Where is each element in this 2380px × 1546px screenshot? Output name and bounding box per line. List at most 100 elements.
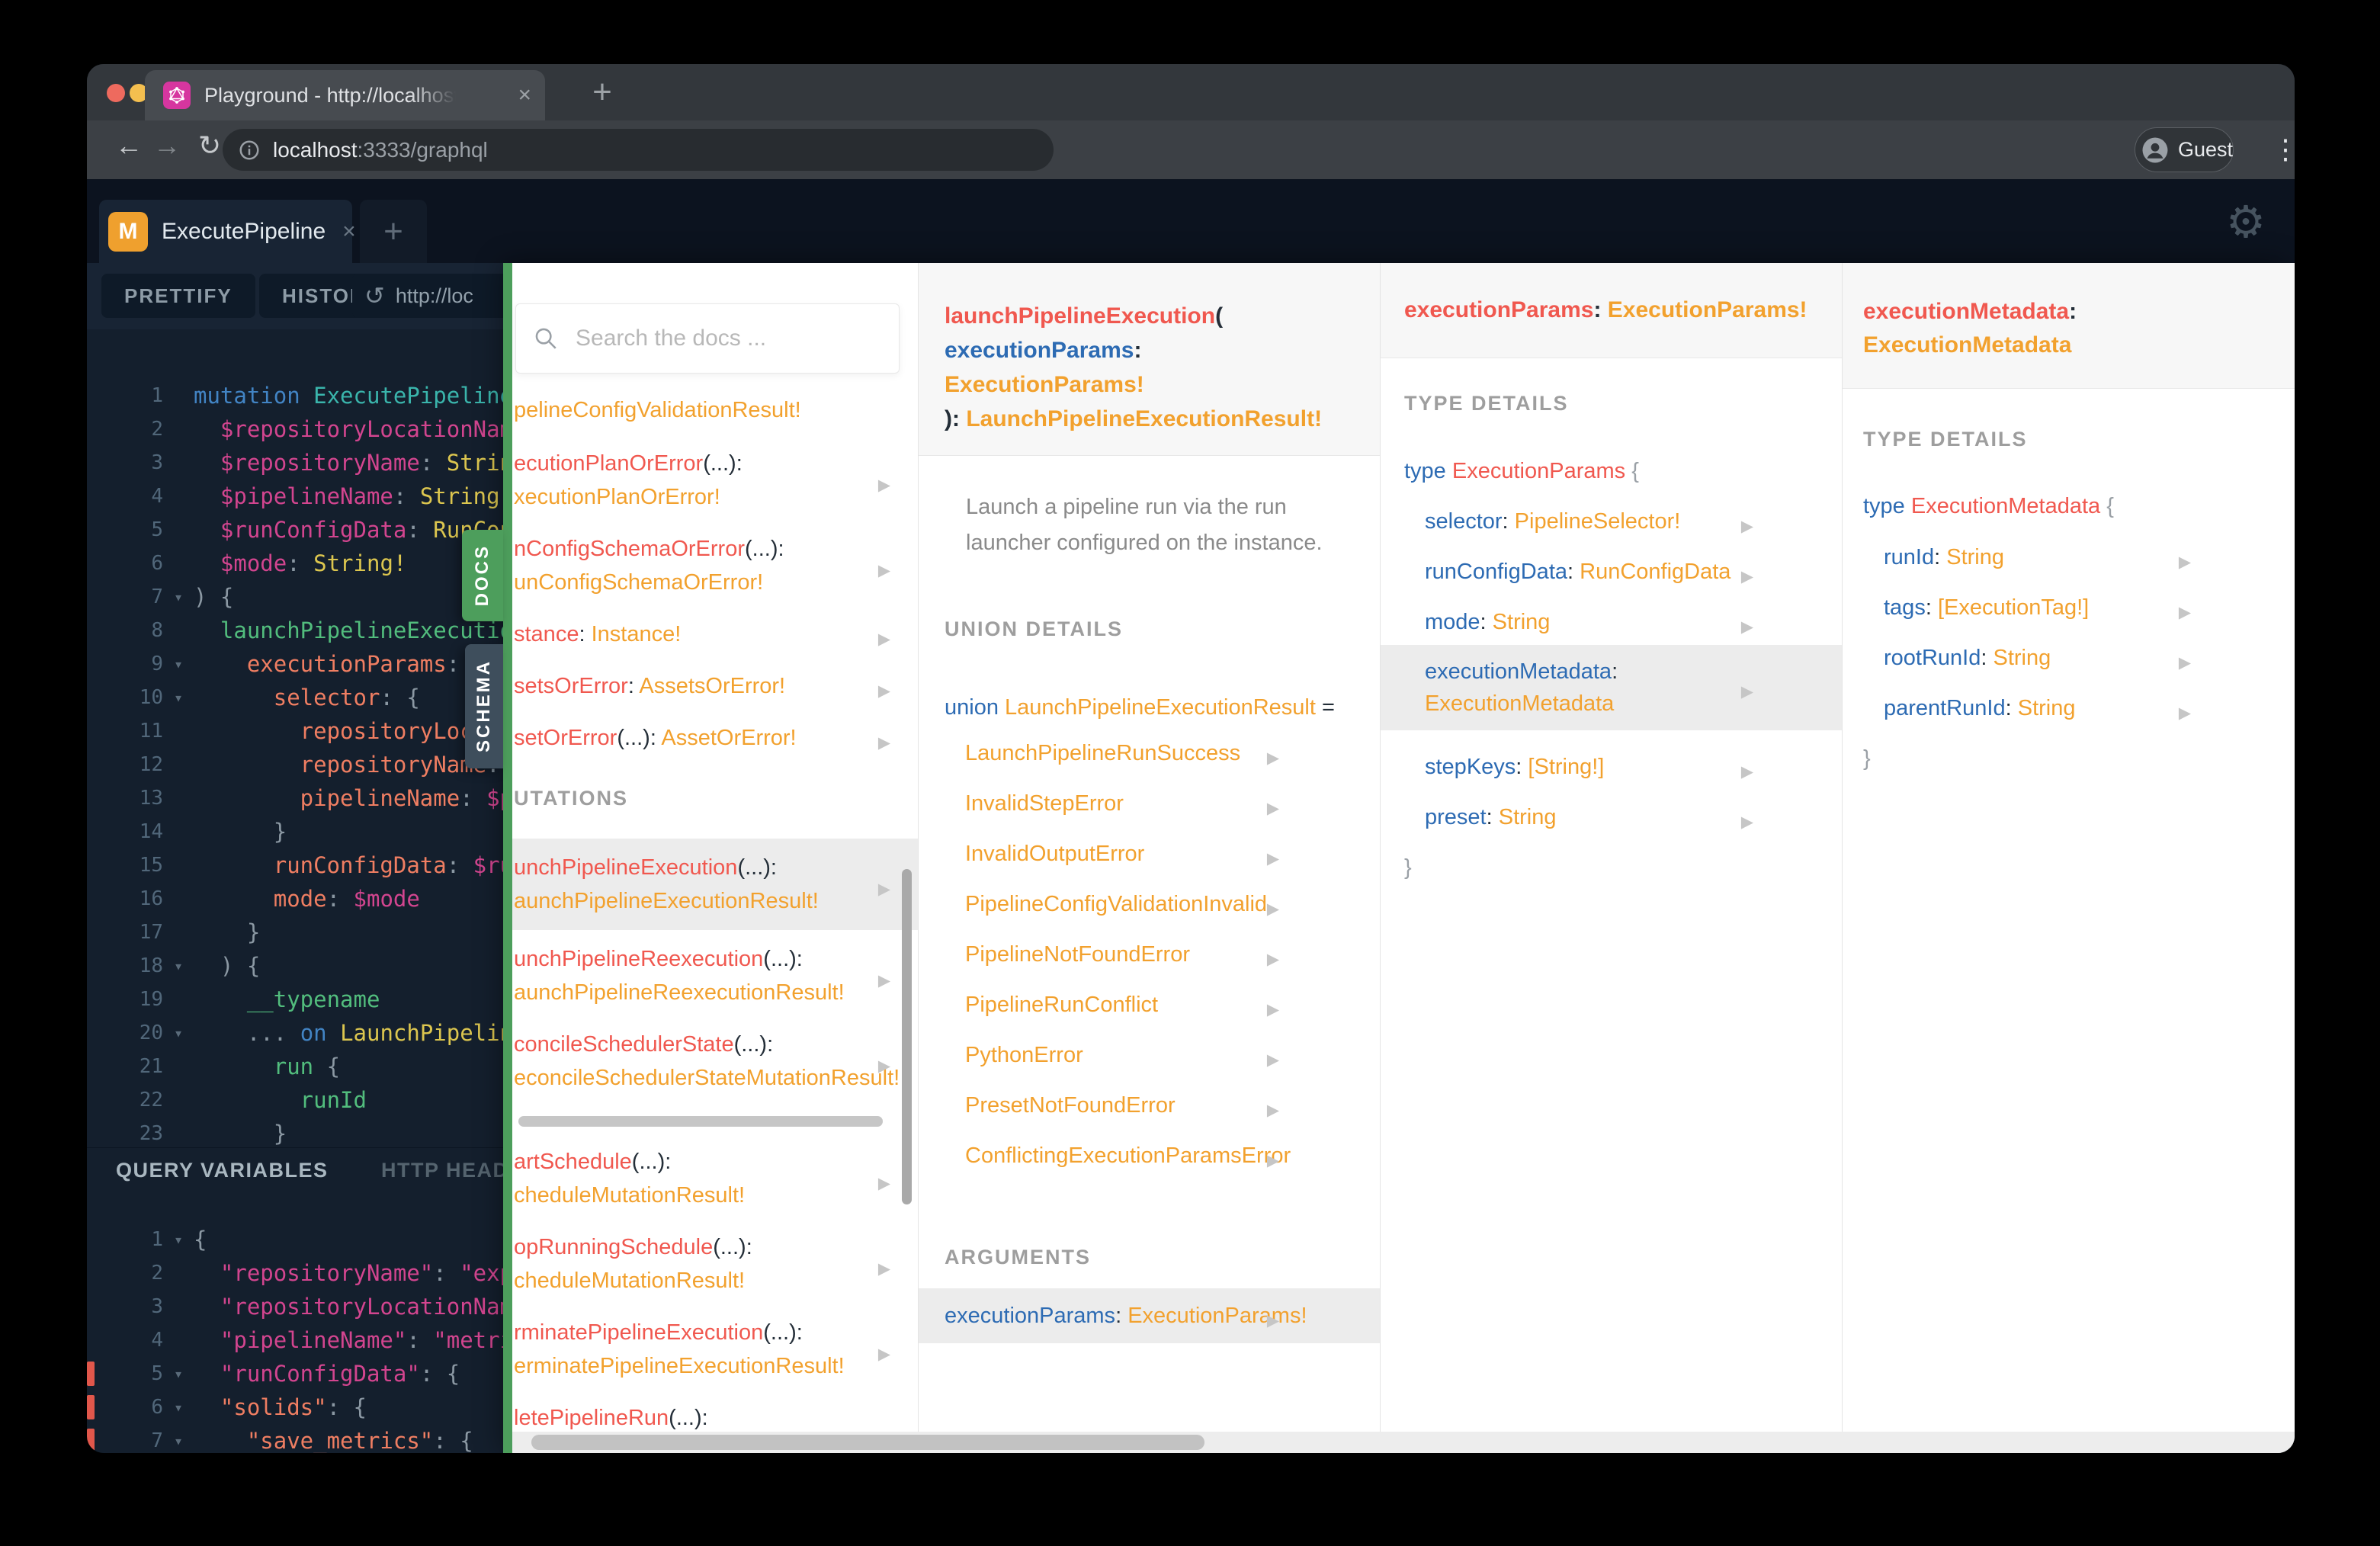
fold-arrow-icon[interactable]: ▾: [163, 647, 194, 681]
doc-row[interactable]: PresetNotFoundError ▶: [919, 1089, 1380, 1122]
type-declaration-line: union LaunchPipelineExecutionResult =: [945, 695, 1335, 720]
doc-selected-field-header: launchPipelineExecution( executionParams…: [919, 263, 1380, 456]
doc-row[interactable]: PipelineConfigValidationInvalid ▶: [919, 887, 1380, 921]
doc-row[interactable]: unchPipelineExecution(...): aunchPipeline…: [512, 839, 918, 930]
forward-icon[interactable]: →: [148, 130, 186, 162]
session-close-icon[interactable]: ×: [342, 219, 356, 245]
expand-arrow-icon: ▶: [877, 1260, 890, 1278]
doc-row[interactable]: stepKeys: [String!] ▶: [1381, 750, 1842, 784]
expand-arrow-icon: ▶: [2178, 654, 2191, 672]
doc-row[interactable]: concileSchedulerState(...): econcileSched…: [512, 1028, 918, 1095]
tab-query-variables[interactable]: QUERY VARIABLES: [116, 1159, 329, 1182]
doc-section-header: TYPE DETAILS: [1863, 428, 2028, 451]
docs-horizontal-scrollbar-thumb[interactable]: [531, 1435, 1204, 1450]
browser-tab-title: Playground - http://localhost:3: [204, 83, 456, 107]
schema-side-tab[interactable]: SCHEMA: [465, 644, 503, 768]
doc-row[interactable]: ecutionPlanOrError(...): xecutionPlanOrEr…: [512, 447, 918, 514]
doc-row[interactable]: tags: [ExecutionTag!] ▶: [1843, 591, 2295, 624]
docs-column-vertical-scrollbar[interactable]: [902, 869, 912, 1204]
docs-horizontal-scrollbar-track[interactable]: [512, 1432, 2295, 1453]
doc-row[interactable]: parentRunId: String ▶: [1843, 691, 2295, 725]
endpoint-reload-icon[interactable]: ↺: [364, 281, 385, 310]
browser-tabstrip: Playground - http://localhost:3 × +: [87, 64, 2295, 120]
browser-window: Playground - http://localhost:3 × + ← → …: [87, 64, 2295, 1453]
doc-row[interactable]: setOrError(...): AssetOrError! ▶: [512, 721, 918, 755]
expand-arrow-icon: ▶: [877, 1057, 890, 1075]
doc-row[interactable]: artSchedule(...): cheduleMutationResult! ▶: [512, 1145, 918, 1212]
doc-row[interactable]: executionMetadata: ExecutionMetadata ▶: [1381, 645, 1842, 730]
doc-row[interactable]: rminatePipelineExecution(...): erminatePi…: [512, 1316, 918, 1383]
doc-row[interactable]: opRunningSchedule(...): cheduleMutationRe…: [512, 1230, 918, 1297]
docs-search-box[interactable]: [515, 303, 900, 374]
docs-side-tab[interactable]: DOCS: [462, 530, 503, 621]
graphql-favicon-icon: [163, 82, 191, 109]
browser-tab[interactable]: Playground - http://localhost:3 ×: [145, 70, 545, 120]
doc-row[interactable]: nConfigSchemaOrError(...): unConfigSchema…: [512, 532, 918, 599]
prettify-button[interactable]: PRETTIFY: [101, 274, 255, 318]
fold-arrow-icon[interactable]: ▾: [163, 1223, 194, 1256]
docs-explorer-panel: pelineConfigValidationResult! ecutionPlan…: [512, 263, 2295, 1453]
session-tab[interactable]: M ExecutePipeline ×: [99, 200, 356, 263]
doc-row[interactable]: unchPipelineReexecution(...): aunchPipeli…: [512, 942, 918, 1009]
doc-row[interactable]: InvalidOutputError ▶: [919, 837, 1380, 871]
fold-arrow-icon[interactable]: ▾: [163, 1424, 194, 1453]
type-close-brace: }: [1863, 746, 1871, 771]
doc-row[interactable]: LaunchPipelineRunSuccess ▶: [919, 736, 1380, 770]
doc-row[interactable]: setsOrError: AssetsOrError! ▶: [512, 669, 918, 703]
doc-row[interactable]: runConfigData: RunConfigData ▶: [1381, 555, 1842, 589]
window-close-button[interactable]: [107, 84, 125, 102]
expand-arrow-icon: ▶: [877, 1175, 890, 1192]
doc-row[interactable]: InvalidStepError ▶: [919, 787, 1380, 820]
expand-arrow-icon: ▶: [2178, 553, 2191, 571]
doc-row[interactable]: PipelineNotFoundError ▶: [919, 938, 1380, 971]
expand-arrow-icon: ▶: [1266, 900, 1279, 918]
expand-arrow-icon: ▶: [1740, 618, 1753, 636]
profile-button[interactable]: Guest: [2135, 127, 2234, 172]
doc-row[interactable]: stance: Instance! ▶: [512, 617, 918, 651]
settings-gear-icon[interactable]: ⚙: [2226, 196, 2266, 248]
expand-arrow-icon: ▶: [877, 1346, 890, 1363]
doc-row[interactable]: preset: String ▶: [1381, 800, 1842, 834]
fold-arrow-icon[interactable]: ▾: [163, 1016, 194, 1050]
fold-arrow-icon[interactable]: ▾: [163, 949, 194, 983]
docs-search-input[interactable]: [574, 325, 852, 352]
doc-row[interactable]: pelineConfigValidationResult!: [512, 395, 918, 425]
fold-arrow-icon[interactable]: ▾: [163, 681, 194, 714]
doc-row[interactable]: letePipelineRun(...):letePipelineRunResu…: [512, 1401, 918, 1432]
expand-arrow-icon: ▶: [1266, 1312, 1279, 1329]
info-icon[interactable]: [238, 139, 261, 162]
doc-row[interactable]: ConflictingExecutionParamsError ▶: [919, 1139, 1380, 1172]
screenshot-root: Playground - http://localhost:3 × + ← → …: [0, 0, 2380, 1546]
session-tab-title: ExecutePipeline: [162, 218, 326, 244]
column-horizontal-scrollbar[interactable]: [518, 1116, 883, 1127]
new-tab-button[interactable]: +: [579, 72, 625, 113]
doc-row[interactable]: runId: String ▶: [1843, 540, 2295, 574]
expand-arrow-icon: ▶: [1266, 1001, 1279, 1018]
browser-menu-icon[interactable]: ⋮: [2272, 130, 2295, 169]
back-icon[interactable]: ←: [110, 130, 148, 162]
url-bar[interactable]: localhost:3333/graphql: [223, 129, 1054, 171]
expand-arrow-icon: ▶: [1740, 763, 1753, 781]
fold-arrow-icon[interactable]: ▾: [163, 580, 194, 614]
doc-row[interactable]: executionParams: ExecutionParams! ▶: [919, 1288, 1380, 1343]
fold-arrow-icon[interactable]: ▾: [163, 1390, 194, 1424]
doc-row[interactable]: PythonError ▶: [919, 1038, 1380, 1072]
add-session-button[interactable]: +: [360, 200, 427, 263]
doc-row[interactable]: selector: PipelineSelector! ▶: [1381, 505, 1842, 538]
docs-column-root: pelineConfigValidationResult! ecutionPlan…: [512, 263, 918, 1432]
doc-row[interactable]: mode: String ▶: [1381, 605, 1842, 639]
fold-arrow-icon[interactable]: ▾: [163, 1357, 194, 1390]
expand-arrow-icon: ▶: [2178, 704, 2191, 722]
docs-panel-edge[interactable]: [503, 263, 512, 1453]
tab-close-icon[interactable]: ×: [518, 82, 531, 108]
doc-row[interactable]: PipelineRunConflict ▶: [919, 988, 1380, 1022]
expand-arrow-icon: ▶: [1740, 568, 1753, 585]
doc-row[interactable]: rootRunId: String ▶: [1843, 641, 2295, 675]
